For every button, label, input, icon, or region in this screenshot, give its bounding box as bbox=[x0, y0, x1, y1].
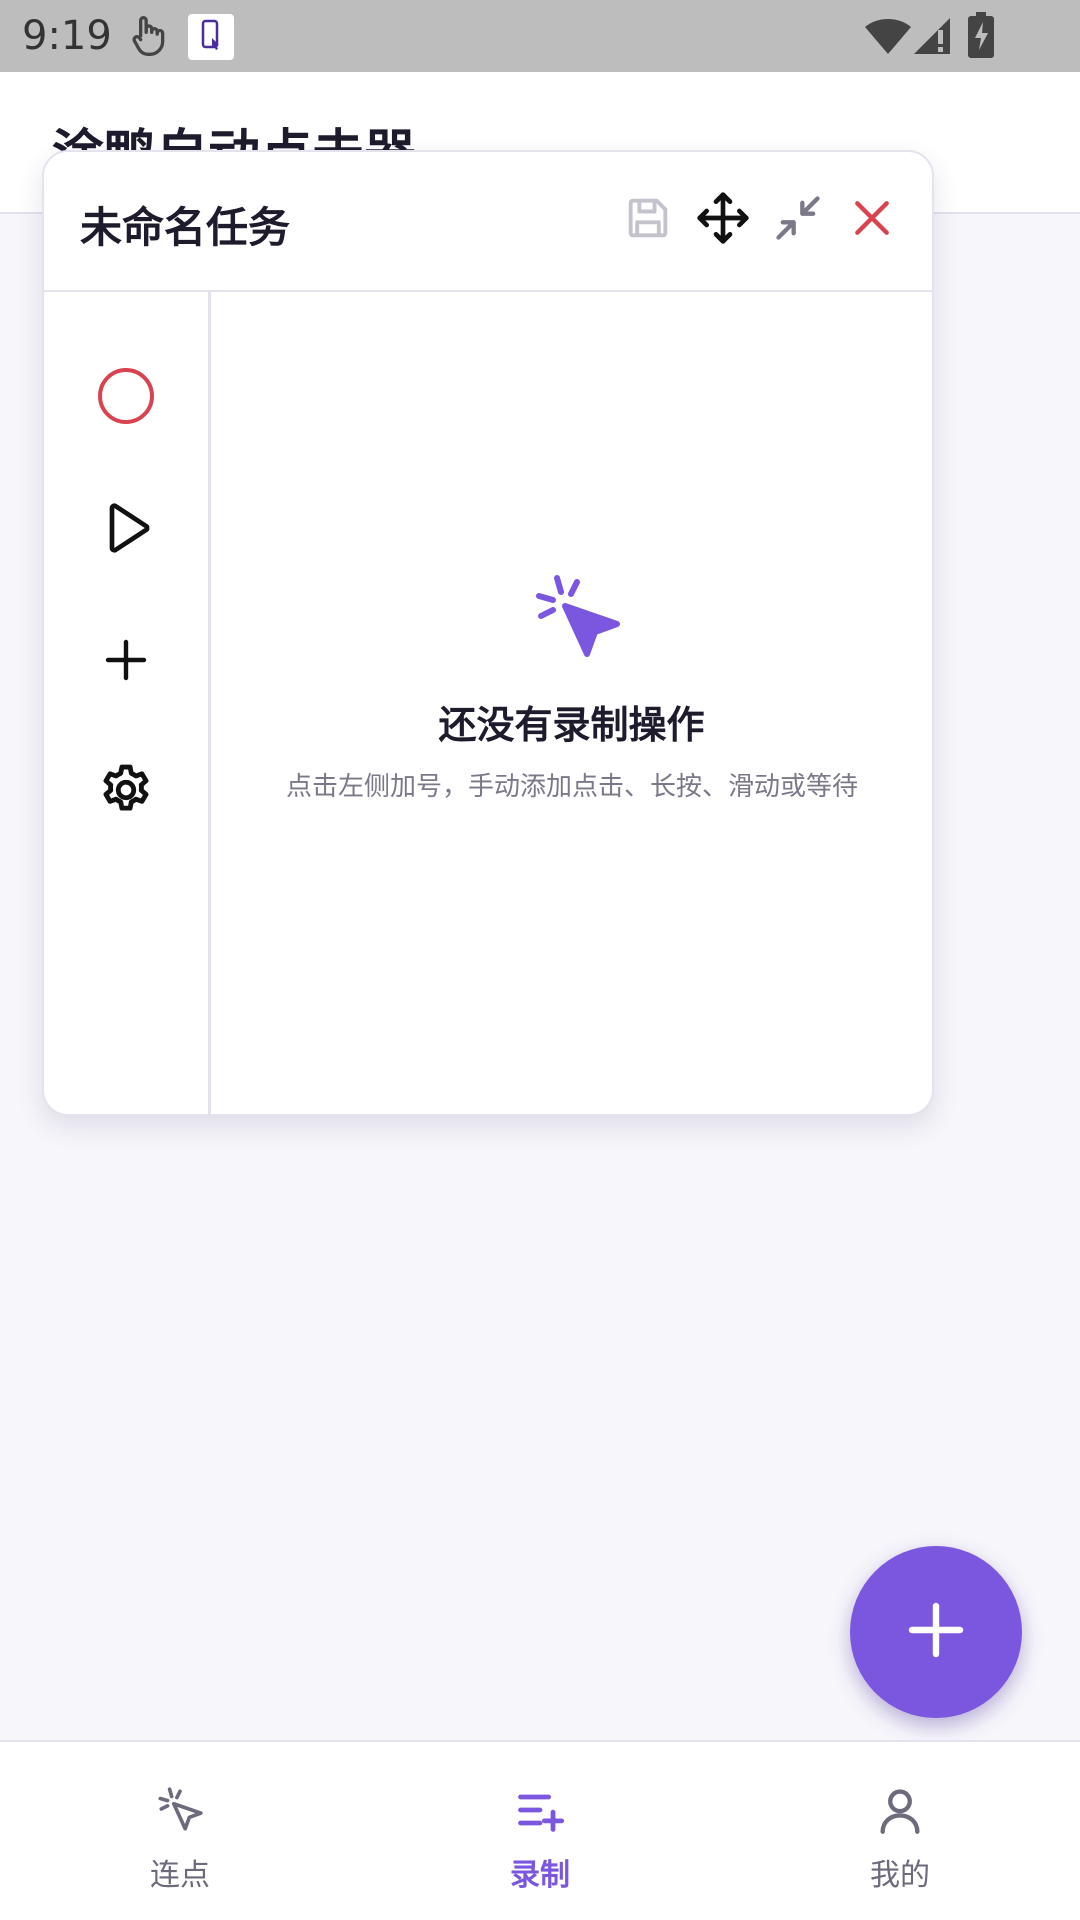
signal-icon bbox=[912, 16, 952, 60]
status-bar: 9:19 bbox=[0, 0, 1080, 72]
plus-icon bbox=[904, 1598, 968, 1666]
save-button[interactable] bbox=[618, 190, 678, 250]
person-icon bbox=[870, 1780, 930, 1840]
record-icon bbox=[96, 366, 156, 430]
add-task-fab[interactable] bbox=[850, 1546, 1022, 1718]
wifi-icon bbox=[864, 16, 912, 60]
close-icon bbox=[850, 196, 894, 244]
status-time: 9:19 bbox=[22, 13, 112, 59]
list-add-icon bbox=[510, 1780, 570, 1840]
panel-sidebar bbox=[44, 292, 211, 1114]
bottom-nav: 连点 录制 我的 bbox=[0, 1740, 1080, 1920]
cursor-click-icon bbox=[150, 1780, 210, 1840]
nav-label-record: 录制 bbox=[510, 1858, 570, 1893]
battery-charging-icon bbox=[968, 12, 994, 62]
minimize-icon bbox=[772, 192, 824, 248]
nav-item-record[interactable]: 录制 bbox=[420, 1742, 660, 1920]
touch-icon bbox=[126, 12, 170, 64]
minimize-button[interactable] bbox=[768, 190, 828, 250]
nav-item-me[interactable]: 我的 bbox=[780, 1742, 1020, 1920]
empty-state-description: 点击左侧加号，手动添加点击、长按、滑动或等待 bbox=[285, 772, 858, 802]
settings-icon bbox=[97, 761, 155, 823]
play-button[interactable] bbox=[86, 490, 166, 570]
actions-list-area: 还没有录制操作 点击左侧加号，手动添加点击、长按、滑动或等待 bbox=[211, 292, 932, 1114]
save-icon bbox=[622, 192, 674, 248]
empty-state-title: 还没有录制操作 bbox=[438, 703, 705, 747]
record-button[interactable] bbox=[86, 358, 166, 438]
move-icon bbox=[695, 190, 751, 250]
close-button[interactable] bbox=[842, 190, 902, 250]
nav-item-clicker[interactable]: 连点 bbox=[60, 1742, 300, 1920]
recorder-panel: 未命名任务 还没有录制操作 点击左侧加号，手动添加点击、长按、滑动或等待 bbox=[42, 150, 934, 1116]
move-button[interactable] bbox=[693, 190, 753, 250]
cursor-click-icon bbox=[527, 568, 627, 668]
screen: 9:19 未命名任务 还没有录制操作 点击左侧加号，手动添加点击、长按、滑动或等… bbox=[0, 0, 1080, 1920]
nav-label-me: 我的 bbox=[870, 1858, 930, 1893]
settings-button[interactable] bbox=[86, 752, 166, 832]
play-icon bbox=[98, 500, 154, 560]
task-name-title[interactable]: 未命名任务 bbox=[80, 194, 290, 255]
add-icon bbox=[102, 636, 150, 688]
panel-header[interactable]: 未命名任务 bbox=[44, 152, 932, 292]
phone-touch-app-icon bbox=[188, 14, 234, 64]
nav-label-clicker: 连点 bbox=[150, 1858, 210, 1893]
add-action-button[interactable] bbox=[86, 622, 166, 702]
